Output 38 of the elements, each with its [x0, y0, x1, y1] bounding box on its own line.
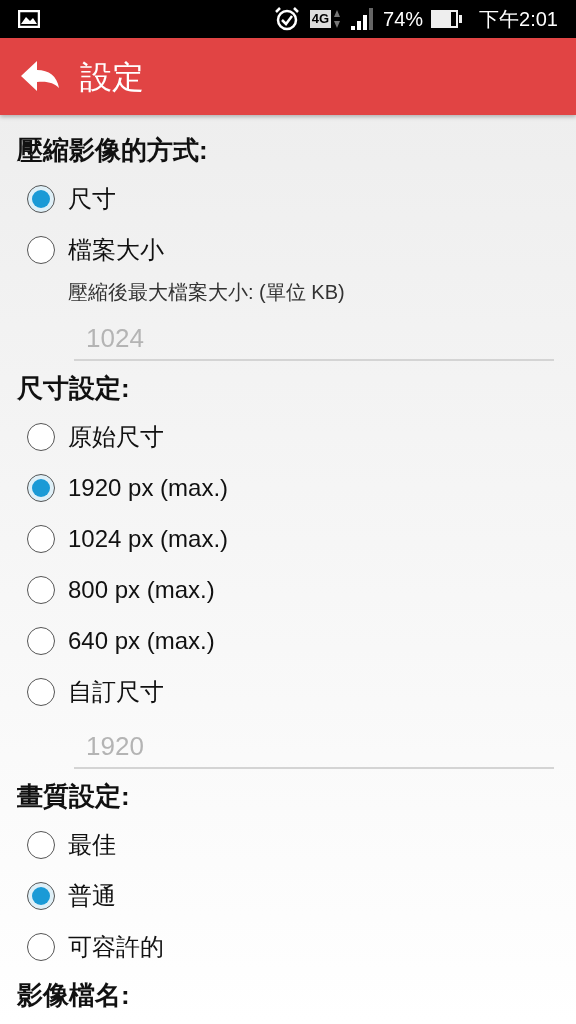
option-label[interactable]: 1024 px (max.): [68, 520, 229, 557]
radio-button[interactable]: [27, 422, 55, 451]
radio-button[interactable]: [27, 575, 55, 604]
radio-button[interactable]: [27, 473, 55, 502]
radio-button[interactable]: [27, 830, 55, 859]
radio-button[interactable]: [27, 626, 55, 655]
option-label[interactable]: 1920 px (max.): [68, 469, 229, 506]
input-field[interactable]: 1920: [74, 725, 554, 769]
radio-button[interactable]: [27, 184, 55, 213]
option-label[interactable]: 800 px (max.): [68, 571, 215, 608]
network-type: 4G: [309, 10, 332, 28]
option-label[interactable]: 普通: [68, 877, 116, 914]
option-label[interactable]: 原始尺寸: [68, 418, 164, 455]
app-bar-title: 設定: [80, 57, 144, 97]
section-heading: 畫質設定:: [17, 779, 130, 813]
option-label[interactable]: 最佳: [68, 826, 116, 863]
input-field[interactable]: 1024: [74, 317, 554, 361]
option-label[interactable]: 640 px (max.): [68, 622, 215, 659]
option-label[interactable]: 尺寸: [68, 180, 116, 217]
battery-percent: 74%: [383, 7, 424, 32]
section-heading: 尺寸設定:: [17, 371, 130, 405]
radio-button[interactable]: [27, 932, 55, 961]
option-label[interactable]: 檔案大小: [68, 231, 164, 268]
option-label[interactable]: 自訂尺寸: [68, 673, 164, 710]
clock-time: 下午2:01: [479, 7, 558, 32]
radio-button[interactable]: [27, 881, 55, 910]
section-heading: 影像檔名:: [17, 978, 130, 1012]
radio-button[interactable]: [27, 677, 55, 706]
alarm-clock-icon: [273, 6, 300, 32]
option-label[interactable]: 可容許的: [68, 928, 164, 965]
radio-button[interactable]: [27, 524, 55, 553]
section-heading: 壓縮影像的方式:: [17, 133, 208, 167]
data-arrows-icon: [333, 9, 342, 29]
image-icon: [18, 10, 40, 28]
battery-icon: [431, 9, 464, 29]
hint-text: 壓縮後最大檔案大小: (單位 KB): [68, 280, 345, 305]
signal-icon: [351, 8, 376, 30]
radio-button[interactable]: [27, 235, 55, 264]
